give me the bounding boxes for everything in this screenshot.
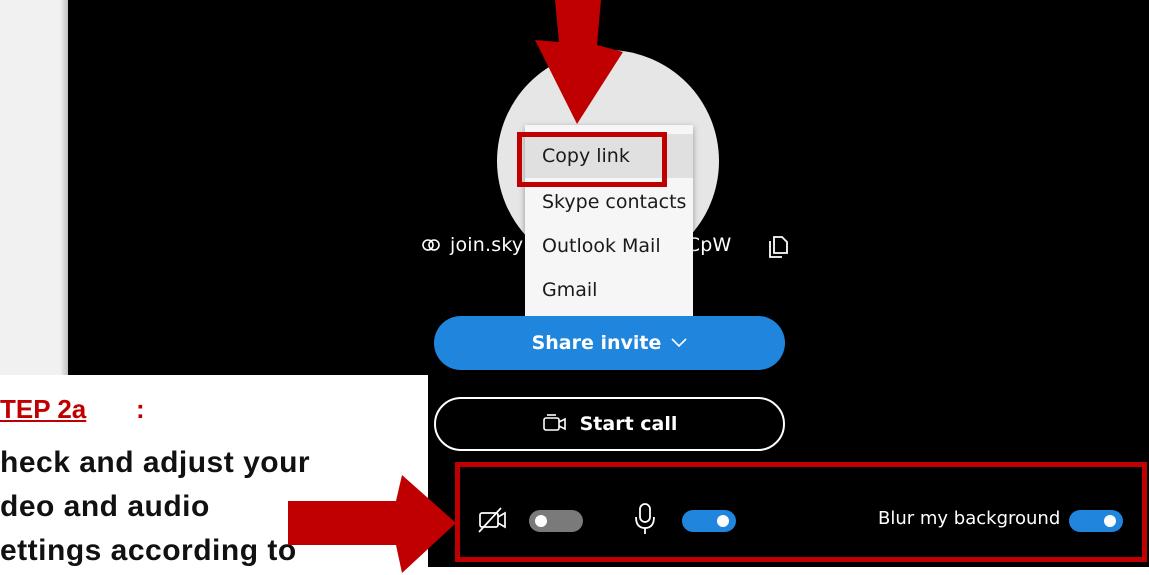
instruction-line-3: ettings according to [0, 534, 297, 567]
right-arrow-annotation [288, 475, 456, 573]
share-invite-label: Share invite [531, 332, 662, 354]
copy-link-highlight [517, 132, 667, 187]
step-title: TEP 2a [0, 394, 87, 424]
instruction-line-1: heck and adjust your [0, 446, 311, 479]
blur-toggle-knob [1104, 515, 1116, 527]
menu-item-outlook-mail[interactable]: Outlook Mail [525, 224, 693, 268]
blur-background-label: Blur my background [878, 508, 1061, 529]
microphone-icon [635, 503, 655, 534]
microphone-toggle[interactable] [682, 510, 736, 532]
camera-toggle-knob [535, 515, 547, 527]
blur-background-toggle[interactable] [1069, 510, 1123, 532]
menu-item-gmail[interactable]: Gmail [525, 268, 693, 312]
microphone-toggle-knob [717, 515, 729, 527]
camera-toggle[interactable] [529, 510, 583, 532]
share-invite-button[interactable]: Share invite [434, 316, 785, 370]
side-panel [0, 0, 68, 375]
video-call-icon [542, 414, 566, 431]
link-icon [422, 239, 440, 251]
step-colon: : [136, 394, 145, 424]
copy-icon[interactable] [768, 235, 790, 259]
down-arrow-annotation [535, 0, 623, 124]
chevron-down-icon [671, 338, 687, 348]
start-call-button[interactable]: Start call [434, 397, 785, 451]
instruction-line-2: deo and audio [0, 490, 210, 523]
start-call-label: Start call [579, 413, 678, 435]
camera-off-icon [478, 507, 506, 533]
